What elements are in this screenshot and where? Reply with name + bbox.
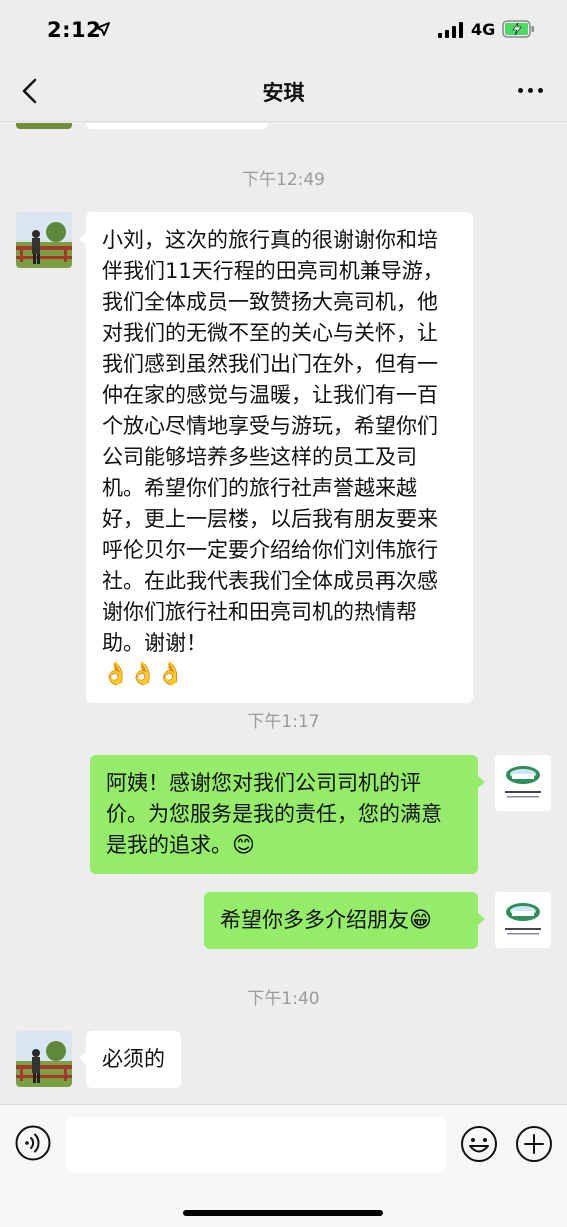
message-text: 阿姨！感谢您对我们公司司机的评价。为您服务是我的责任，您的满意是我的追求。 (106, 771, 442, 857)
message-bubble-incoming[interactable]: 小刘，这次的旅行真的很谢谢你和培伴我们11天行程的田亮司机兼导游，我们全体成员一… (79, 212, 473, 703)
status-time: 2:12 (47, 18, 102, 42)
voice-icon[interactable] (15, 1125, 51, 1161)
avatar[interactable] (16, 212, 72, 268)
chat-area[interactable]: 下午12:49 小刘，这次的旅行真的很谢谢你和培伴我们11天行程的田亮司机兼导游… (0, 123, 567, 1103)
nav-bar: 安琪 (0, 60, 567, 122)
avatar[interactable] (16, 123, 72, 129)
avatar[interactable] (16, 1031, 72, 1087)
emoji-icon[interactable] (460, 1125, 498, 1163)
message-text: 必须的 (102, 1047, 165, 1071)
chat-title: 安琪 (262, 81, 305, 105)
message-input[interactable] (66, 1117, 446, 1173)
message-text: 希望你多多介绍朋友 (220, 908, 409, 932)
timestamp: 下午1:40 (247, 989, 320, 1009)
timestamp: 下午12:49 (242, 170, 325, 190)
status-bar: 2:12 4G (0, 0, 567, 60)
ok-hand-emoji: 👌👌👌 (102, 662, 185, 687)
message-bubble-partial[interactable] (86, 123, 268, 129)
company-avatar[interactable] (495, 892, 551, 948)
message-bubble-outgoing[interactable]: 阿姨！感谢您对我们公司司机的评价。为您服务是我的责任，您的满意是我的追求。😊 (90, 755, 485, 874)
input-bar (0, 1104, 567, 1227)
location-arrow-icon (96, 22, 110, 36)
more-icon[interactable] (518, 88, 543, 93)
message-bubble-outgoing[interactable]: 希望你多多介绍朋友😁 (204, 892, 485, 949)
battery-charging-icon (502, 20, 534, 38)
message-text: 小刘，这次的旅行真的很谢谢你和培伴我们11天行程的田亮司机兼导游，我们全体成员一… (102, 228, 444, 655)
plus-icon[interactable] (515, 1125, 553, 1163)
company-avatar[interactable] (495, 755, 551, 811)
home-indicator (183, 1210, 383, 1216)
network-type: 4G (471, 20, 496, 39)
grin-emoji: 😁 (409, 908, 432, 933)
message-bubble-incoming[interactable]: 必须的 (79, 1031, 181, 1088)
smile-emoji: 😊 (232, 833, 255, 858)
timestamp: 下午1:17 (247, 712, 320, 732)
signal-icon (438, 22, 463, 38)
